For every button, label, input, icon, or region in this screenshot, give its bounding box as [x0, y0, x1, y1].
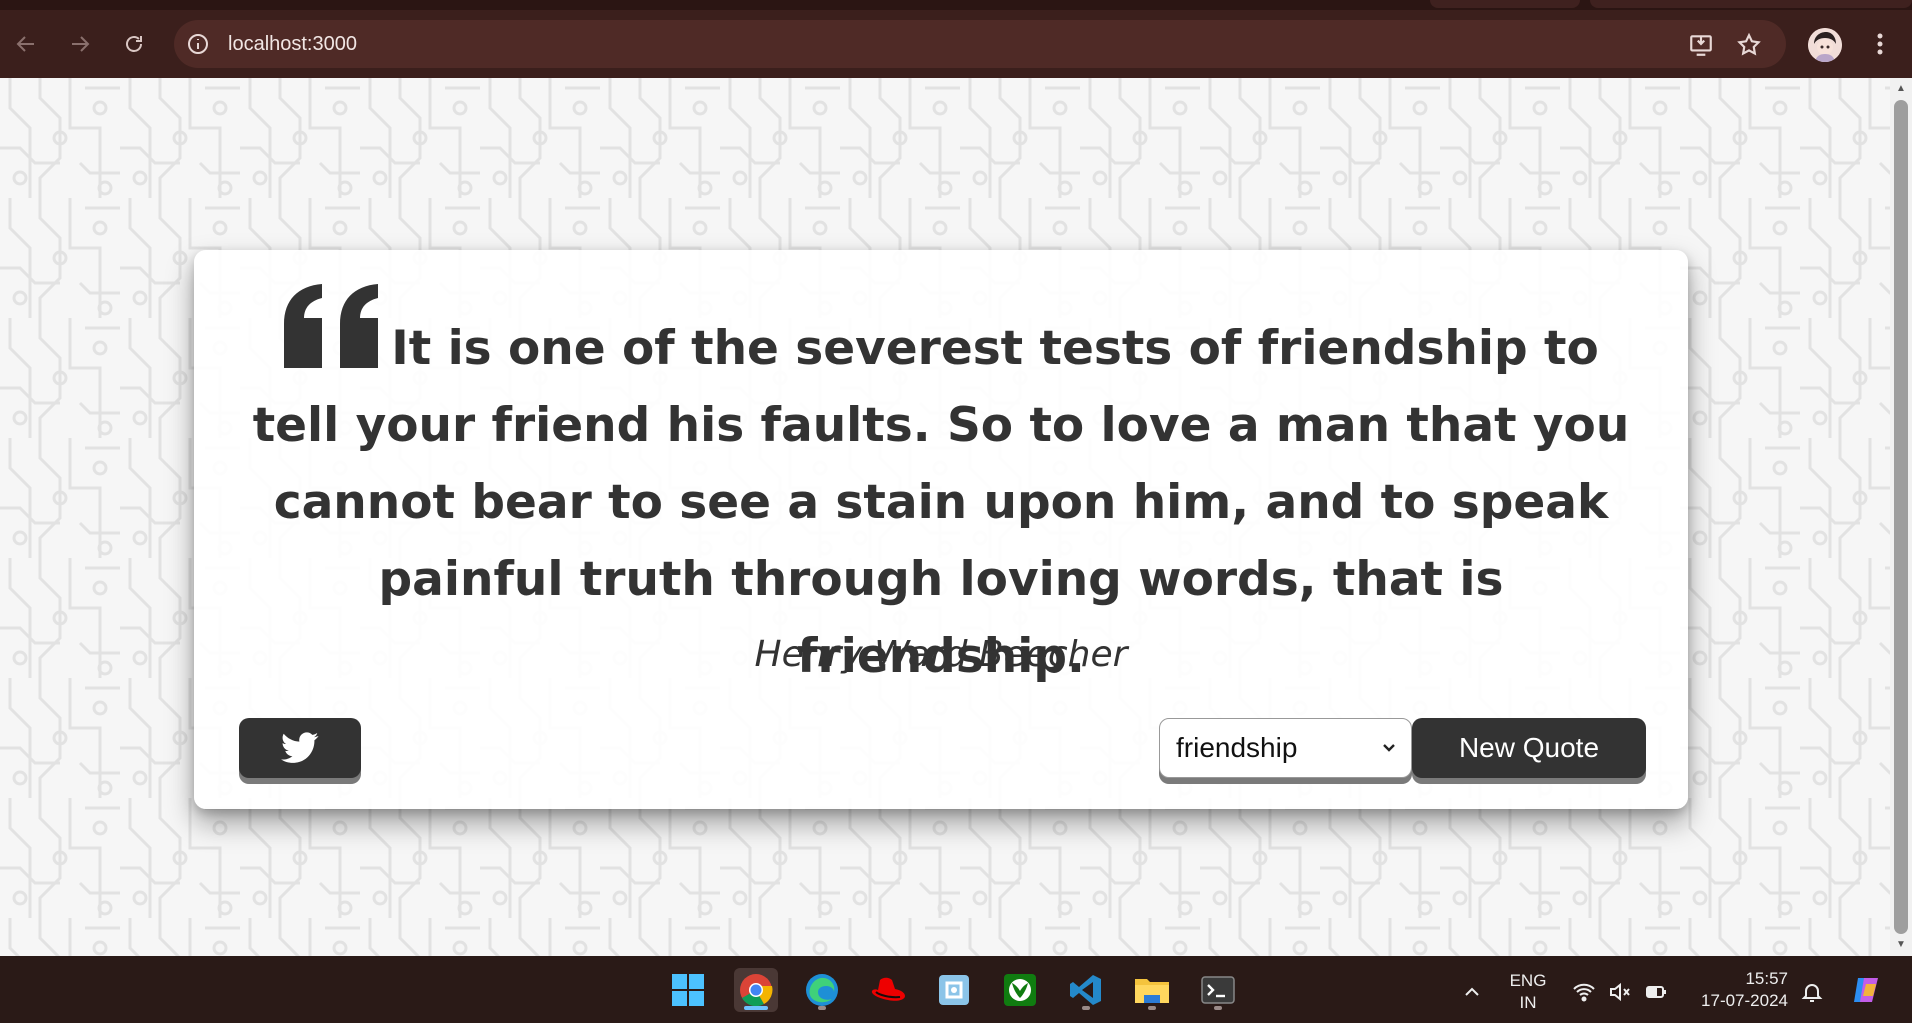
chevron-down-icon	[1383, 744, 1395, 752]
star-icon[interactable]	[1736, 32, 1762, 58]
back-button[interactable]	[8, 26, 44, 62]
language-code: ENG	[1509, 971, 1547, 990]
windows-taskbar: ENG IN 15:57 17-07-2024	[0, 956, 1912, 1023]
redhat-icon	[871, 977, 905, 1001]
address-bar[interactable]: localhost:3000	[174, 20, 1786, 68]
terminal-icon	[1201, 976, 1235, 1004]
clock-date: 17-07-2024	[1701, 991, 1788, 1010]
xbox-icon	[1004, 974, 1036, 1006]
kebab-menu-icon[interactable]	[1864, 28, 1896, 60]
taskbar-vscode[interactable]	[1064, 968, 1108, 1012]
info-icon[interactable]	[186, 32, 210, 56]
vscode-icon	[1070, 975, 1101, 1005]
browser-toolbar: localhost:3000	[0, 10, 1912, 78]
twitter-icon	[281, 732, 319, 763]
edge-icon	[806, 974, 838, 1006]
running-indicator	[1082, 1006, 1090, 1010]
category-selected-value: friendship	[1176, 732, 1298, 763]
notification-bell-icon[interactable]	[1800, 980, 1824, 1004]
category-select[interactable]: friendship	[1159, 718, 1412, 778]
language-indicator[interactable]: ENG IN	[1500, 970, 1556, 1014]
page-scrollbar[interactable]: ▲ ▼	[1890, 78, 1912, 956]
taskbar-xbox[interactable]	[998, 968, 1042, 1012]
reload-icon	[126, 36, 142, 52]
taskbar-file-explorer[interactable]	[1130, 968, 1174, 1012]
new-quote-button[interactable]: New Quote	[1412, 718, 1646, 778]
tab-edge	[1590, 0, 1912, 8]
file-explorer-icon	[1135, 979, 1169, 1003]
chevron-up-icon[interactable]	[1460, 980, 1484, 1004]
page-viewport: It is one of the severest tests of frien…	[0, 78, 1912, 956]
active-indicator	[744, 1006, 768, 1010]
running-indicator	[1214, 1006, 1222, 1010]
scroll-up-arrow-icon[interactable]: ▲	[1894, 82, 1908, 96]
browser-tab-strip	[0, 0, 1912, 10]
start-button[interactable]	[666, 968, 710, 1012]
taskbar-terminal[interactable]	[1196, 968, 1240, 1012]
profile-avatar[interactable]	[1808, 28, 1842, 62]
clock-time: 15:57	[1745, 969, 1788, 988]
wifi-icon[interactable]	[1572, 980, 1596, 1004]
arrow-left-icon	[16, 36, 34, 52]
windows-start-icon	[672, 974, 704, 1006]
copilot-icon[interactable]	[1850, 974, 1882, 1006]
taskbar-chrome[interactable]	[734, 968, 778, 1012]
tab-edge	[1430, 0, 1580, 8]
forward-button[interactable]	[62, 26, 98, 62]
taskbar-redhat[interactable]	[866, 968, 910, 1012]
quote-author: Henry Ward Beecher	[754, 634, 1128, 675]
scroll-down-arrow-icon[interactable]: ▼	[1894, 938, 1908, 952]
language-region: IN	[1519, 993, 1537, 1012]
battery-icon[interactable]	[1644, 980, 1668, 1004]
install-app-icon[interactable]	[1688, 32, 1714, 58]
quote-card: It is one of the severest tests of frien…	[194, 250, 1688, 809]
clock[interactable]: 15:57 17-07-2024	[1684, 968, 1794, 1012]
arrow-right-icon	[72, 36, 90, 52]
reload-button[interactable]	[116, 26, 152, 62]
volume-muted-icon[interactable]	[1608, 980, 1632, 1004]
running-indicator	[1148, 1006, 1156, 1010]
running-indicator	[818, 1006, 826, 1010]
avatar-icon	[1808, 28, 1842, 62]
notepad-icon	[939, 975, 969, 1005]
taskbar-notepad[interactable]	[932, 968, 976, 1012]
scroll-thumb[interactable]	[1894, 100, 1908, 934]
chrome-icon	[740, 974, 773, 1007]
taskbar-edge[interactable]	[800, 968, 844, 1012]
url-text[interactable]: localhost:3000	[228, 33, 357, 56]
tweet-button[interactable]	[239, 718, 361, 778]
